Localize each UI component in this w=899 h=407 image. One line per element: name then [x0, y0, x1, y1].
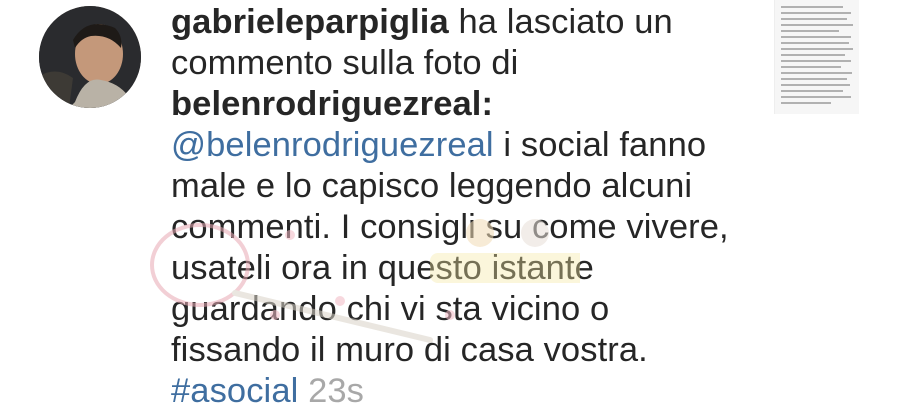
mention-link[interactable]: @belenrodriguezreal: [171, 126, 494, 164]
photo-owner-link[interactable]: belenrodriguezreal: [171, 85, 481, 123]
username-link[interactable]: gabrieleparpiglia: [171, 3, 449, 41]
colon-text: :: [481, 85, 494, 123]
comment-body: @belenrodriguezreal i social fanno male …: [171, 125, 731, 371]
notification-row[interactable]: gabrieleparpiglia ha lasciato un comment…: [0, 0, 899, 407]
timestamp: 23s: [298, 372, 365, 407]
hashtag-link[interactable]: #asocial: [171, 372, 298, 407]
post-thumbnail[interactable]: [774, 0, 859, 114]
notification-text: gabrieleparpiglia ha lasciato un comment…: [171, 2, 731, 407]
avatar[interactable]: [39, 6, 141, 108]
profile-photo: [39, 6, 141, 108]
